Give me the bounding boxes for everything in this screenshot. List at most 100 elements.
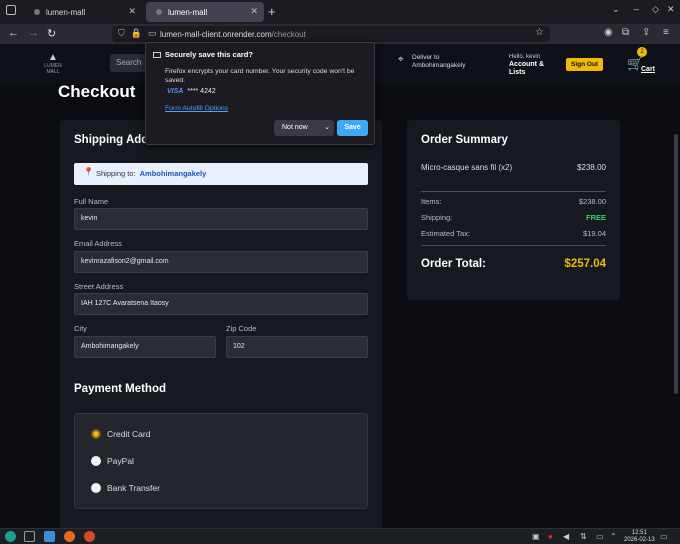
save-card-popup: Securely save this card? Firefox encrypt… bbox=[145, 42, 375, 145]
new-tab-button[interactable]: + bbox=[268, 4, 276, 19]
city-field[interactable]: Ambohimangakely bbox=[74, 336, 216, 358]
tab-lumen-mall-1[interactable]: lumen-mall ✕ bbox=[24, 2, 142, 22]
record-icon[interactable]: ● bbox=[548, 532, 553, 541]
chevron-down-icon[interactable]: ⌄ bbox=[612, 4, 620, 15]
form-autofill-options-link[interactable]: Form Autofill Options bbox=[165, 105, 228, 112]
not-now-label: Not now bbox=[282, 124, 308, 131]
url-bar[interactable]: ⛉🔒▭ lumen-mall-client.onrender.com/check… bbox=[112, 26, 550, 42]
tray-arrow-icon[interactable]: ⌃ bbox=[610, 532, 617, 541]
summary-shipping-row: Shipping: FREE bbox=[421, 213, 606, 222]
close-window-icon[interactable]: ✕ bbox=[667, 4, 675, 15]
full-name-field[interactable]: kevin bbox=[74, 208, 368, 230]
bank-transfer-label[interactable]: Bank Transfer bbox=[107, 483, 160, 493]
shipping-to-banner: 📍 Shipping to: Ambohimangakely bbox=[74, 163, 368, 185]
zip-label: Zip Code bbox=[226, 324, 257, 333]
save-card-button[interactable]: Save bbox=[337, 120, 368, 136]
forward-icon[interactable]: → bbox=[28, 27, 39, 39]
shipping-to-label: Shipping to: bbox=[96, 169, 136, 178]
sign-out-button[interactable]: Sign Out bbox=[566, 58, 604, 71]
clock-date: 2026-02-13 bbox=[624, 537, 655, 543]
tab-label: lumen-mall bbox=[168, 7, 208, 17]
cart-label: Cart bbox=[641, 66, 656, 73]
credit-card-radio[interactable] bbox=[91, 429, 101, 439]
extensions-icon[interactable]: ⧉ bbox=[622, 27, 629, 38]
credit-card-label[interactable]: Credit Card bbox=[107, 429, 150, 439]
deliver-location: Ambohimangakely bbox=[412, 62, 466, 69]
shipping-payment-card: Shipping Address 📍 Shipping to: Ambohiman… bbox=[60, 120, 382, 528]
firefox-icon[interactable] bbox=[64, 531, 75, 542]
email-field[interactable]: kevinrazafison2@gmail.com bbox=[74, 251, 368, 273]
page-title: Checkout bbox=[58, 82, 136, 101]
nav-bar: ← → ↻ ⛉🔒▭ lumen-mall-client.onrender.com… bbox=[0, 24, 680, 44]
logo-text: LUMEN MALL bbox=[44, 63, 62, 75]
popup-description: Firefox encrypts your card number. Your … bbox=[165, 68, 355, 84]
show-desktop-corner-icon[interactable]: ▭ bbox=[660, 532, 668, 541]
start-menu-icon[interactable] bbox=[5, 531, 16, 542]
close-tab-icon[interactable]: ✕ bbox=[128, 6, 136, 17]
reload-icon[interactable]: ↻ bbox=[47, 27, 56, 40]
map-pin-icon: 📍 bbox=[83, 167, 95, 177]
minimize-icon[interactable]: – bbox=[634, 4, 639, 14]
network-icon[interactable]: ⇅ bbox=[580, 532, 587, 541]
restore-icon[interactable]: ◇ bbox=[652, 4, 659, 15]
location-pin-icon: ⌖ bbox=[398, 54, 404, 65]
clock[interactable]: 12:51 2026-02-13 bbox=[624, 530, 655, 544]
scrollbar[interactable] bbox=[674, 134, 678, 394]
share-icon[interactable]: ⇪ bbox=[642, 27, 650, 38]
close-tab-icon[interactable]: ✕ bbox=[250, 6, 258, 17]
email-label: Email Address bbox=[74, 239, 122, 248]
battery-icon[interactable]: ▭ bbox=[596, 532, 604, 541]
tab-list-icon[interactable] bbox=[6, 5, 16, 15]
summary-tax-row: Estimated Tax: $19.04 bbox=[421, 229, 606, 238]
paypal-radio[interactable] bbox=[91, 456, 101, 466]
saved-card-number: VISA **** 4242 bbox=[167, 88, 216, 95]
street-field[interactable]: IAH 127C Avaratsena Itaosy bbox=[74, 293, 368, 315]
paypal-label[interactable]: PayPal bbox=[107, 456, 134, 466]
visa-logo: VISA bbox=[167, 88, 184, 95]
hamburger-menu-icon[interactable]: ≡ bbox=[663, 27, 669, 38]
account-greeting: Hello, kevin bbox=[509, 54, 541, 60]
popup-title: Securely save this card? bbox=[153, 50, 253, 59]
chrome-icon[interactable] bbox=[84, 531, 95, 542]
shipping-to-value: Ambohimangakely bbox=[139, 169, 207, 178]
site-security-icons[interactable]: ⛉🔒▭ bbox=[118, 28, 162, 39]
cart-button[interactable]: 🛒 2 Cart bbox=[627, 47, 655, 73]
tab-strip: lumen-mall ✕ lumen-mall ✕ + ⌄ – ◇ ✕ bbox=[0, 0, 680, 24]
site-logo[interactable]: ▲ LUMEN MALL bbox=[40, 52, 66, 75]
show-desktop-icon[interactable] bbox=[24, 531, 35, 542]
account-label: Account & Lists bbox=[509, 61, 544, 76]
popup-title-text: Securely save this card? bbox=[165, 50, 253, 59]
tab-favicon-icon bbox=[34, 9, 40, 15]
clipboard-icon[interactable]: ▣ bbox=[532, 532, 540, 541]
clock-time: 12:51 bbox=[631, 530, 647, 536]
summary-divider bbox=[421, 245, 606, 246]
order-summary-card: Order Summary Micro-casque sans fil (x2)… bbox=[407, 120, 620, 300]
deliver-label: Deliver to bbox=[412, 54, 440, 61]
account-icon[interactable]: ◉ bbox=[604, 27, 613, 38]
tax-label: Estimated Tax: bbox=[421, 229, 471, 238]
search-input[interactable]: Search bbox=[110, 54, 150, 72]
total-value: $257.04 bbox=[564, 258, 606, 270]
file-manager-icon[interactable] bbox=[44, 531, 55, 542]
tax-value: $19.04 bbox=[583, 229, 606, 238]
deliver-to[interactable]: ⌖ Deliver to Ambohimangakely bbox=[398, 54, 465, 70]
account-menu[interactable]: Hello, kevin Account & Lists bbox=[509, 53, 555, 77]
volume-icon[interactable]: ◀ bbox=[563, 532, 569, 541]
tab-lumen-mall-2[interactable]: lumen-mall ✕ bbox=[146, 2, 264, 22]
back-icon[interactable]: ← bbox=[8, 27, 19, 39]
items-value: $238.00 bbox=[578, 197, 606, 206]
taskbar: ▣ ● ◀ ⇅ ▭ ⌃ 12:51 2026-02-13 ▭ bbox=[0, 528, 680, 544]
zip-field[interactable]: 102 bbox=[226, 336, 368, 358]
tab-favicon-icon bbox=[156, 9, 162, 15]
bookmark-star-icon[interactable]: ☆ bbox=[535, 27, 544, 38]
bank-transfer-radio[interactable] bbox=[91, 483, 101, 493]
city-label: City bbox=[74, 324, 87, 333]
total-label: Order Total: bbox=[421, 258, 486, 270]
url-host: lumen-mall-client.onrender.com bbox=[160, 29, 272, 39]
chevron-down-icon[interactable]: ⌄ bbox=[324, 123, 330, 131]
order-summary-title: Order Summary bbox=[421, 134, 508, 146]
credit-card-icon bbox=[153, 52, 161, 59]
order-total-row: Order Total: $257.04 bbox=[421, 258, 606, 270]
not-now-button[interactable]: Not now ⌄ bbox=[274, 120, 334, 136]
logo-icon: ▲ bbox=[48, 52, 58, 63]
